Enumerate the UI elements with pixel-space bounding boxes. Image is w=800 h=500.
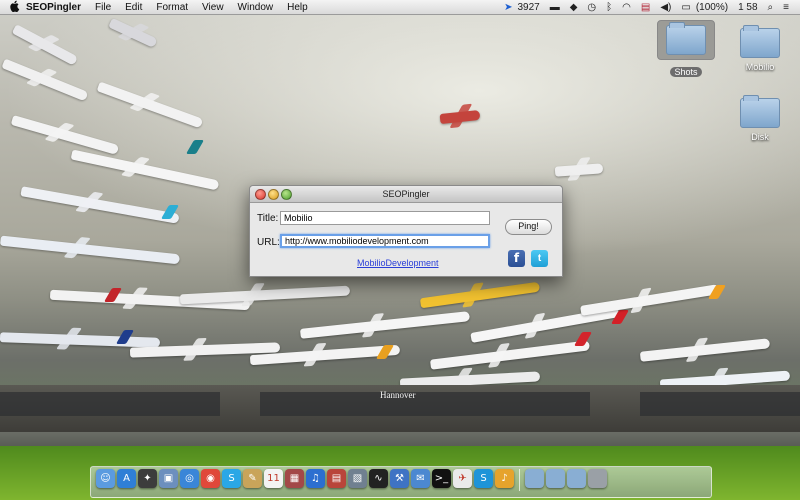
airplane — [0, 332, 161, 348]
us-flag-icon[interactable]: ▤ — [636, 2, 655, 13]
desktop-folder-label: Disk — [751, 132, 769, 142]
location-arrow-icon[interactable]: ➤ — [499, 2, 517, 13]
desktop-folder-label: Mobilio — [745, 62, 775, 72]
airplane — [299, 311, 471, 339]
airplane — [429, 340, 591, 370]
wifi-icon[interactable]: ◠ — [617, 2, 636, 13]
title-label: Title: — [257, 213, 279, 224]
finder-icon[interactable]: ☺ — [96, 469, 115, 488]
volume-icon[interactable]: ◀) — [655, 2, 676, 13]
spotlight-icon[interactable]: ⌕ — [763, 2, 779, 13]
trash-icon[interactable] — [588, 469, 607, 488]
preview-icon[interactable]: ▧ — [348, 469, 367, 488]
dock-separator — [519, 469, 520, 491]
launchpad-icon[interactable]: ✦ — [138, 469, 157, 488]
terminal-windows — [260, 392, 590, 416]
airplane — [580, 284, 720, 316]
minimize-button[interactable] — [268, 189, 279, 200]
notification-center-icon[interactable]: ≡ — [778, 2, 794, 13]
menu-view[interactable]: View — [195, 2, 231, 13]
dropbox-icon[interactable]: ◆ — [565, 2, 583, 13]
desktop-folder-label: Shots — [670, 67, 702, 77]
downloads-folder-icon[interactable] — [567, 469, 586, 488]
terminal-sign: Hannover — [380, 390, 416, 400]
menu-file[interactable]: File — [88, 2, 118, 13]
menu-format[interactable]: Format — [149, 2, 195, 13]
window-title: SEOPingler — [382, 189, 430, 199]
activity-monitor-icon[interactable]: ∿ — [369, 469, 388, 488]
mobilio-development-link[interactable]: MobilioDevelopment — [357, 258, 439, 268]
menu-edit[interactable]: Edit — [118, 2, 149, 13]
menu-bar: SEOPingler File Edit Format View Window … — [0, 0, 800, 15]
desktop-folder-shots[interactable]: Shots — [656, 20, 716, 78]
location-count[interactable]: 3927 — [517, 2, 544, 13]
menu-help[interactable]: Help — [280, 2, 315, 13]
applications-folder-icon[interactable] — [525, 469, 544, 488]
facebook-icon[interactable]: f — [508, 250, 525, 267]
menu-window[interactable]: Window — [231, 2, 281, 13]
terminal-windows — [0, 392, 220, 416]
safari-icon[interactable]: ◎ — [180, 469, 199, 488]
terminal-icon[interactable]: >_ — [432, 469, 451, 488]
airplane — [179, 285, 351, 305]
zoom-button[interactable] — [281, 189, 292, 200]
app-store-icon[interactable]: A — [117, 469, 136, 488]
clock[interactable]: 1 58 — [733, 2, 762, 13]
folder-icon — [740, 95, 780, 128]
apple-menu-icon[interactable] — [0, 0, 22, 15]
twitter-icon[interactable]: t — [531, 250, 548, 267]
terminal-windows — [640, 392, 800, 416]
battery-percent[interactable]: (100%) — [696, 2, 733, 13]
messages-icon[interactable]: ✈ — [453, 469, 472, 488]
airplane — [639, 338, 771, 362]
chat-icon[interactable]: ▬ — [545, 2, 565, 13]
dock-items: ☺ A ✦ ▣ ◎ ◉ S ✎ 11 ▦ ♫ ▤ ▧ ∿ ⚒ ✉ >_ ✈ S ♪ — [96, 469, 607, 491]
photo-booth-icon[interactable]: ▦ — [285, 469, 304, 488]
chrome-icon[interactable]: ◉ — [201, 469, 220, 488]
title-input[interactable] — [280, 211, 490, 225]
menu-app-name[interactable]: SEOPingler — [22, 2, 88, 13]
url-input[interactable] — [280, 234, 490, 248]
folder-icon — [740, 25, 780, 58]
bluetooth-icon[interactable]: ᛒ — [601, 2, 617, 13]
skype-icon[interactable]: S — [222, 469, 241, 488]
selection-highlight — [657, 20, 715, 60]
window-titlebar[interactable]: SEOPingler — [250, 186, 562, 203]
documents-folder-icon[interactable] — [546, 469, 565, 488]
xcode-icon[interactable]: ⚒ — [390, 469, 409, 488]
itunes-icon[interactable]: ♫ — [306, 469, 325, 488]
battery-icon[interactable]: ▭ — [676, 2, 695, 13]
airplane — [419, 281, 541, 309]
photo-icon[interactable]: ▣ — [159, 469, 178, 488]
folder-icon — [666, 22, 706, 55]
url-label: URL: — [257, 237, 280, 248]
books-icon[interactable]: ▤ — [327, 469, 346, 488]
seopingler-window: SEOPingler Title: URL: Ping! MobilioDeve… — [249, 185, 563, 277]
time-machine-icon[interactable]: ◷ — [582, 2, 601, 13]
mail-icon[interactable]: ✉ — [411, 469, 430, 488]
notes-icon[interactable]: ✎ — [243, 469, 262, 488]
ping-button[interactable]: Ping! — [505, 219, 552, 235]
close-button[interactable] — [255, 189, 266, 200]
skype-blue-icon[interactable]: S — [474, 469, 493, 488]
desktop-folder-mobilio[interactable]: Mobilio — [730, 25, 790, 73]
calendar-icon[interactable]: 11 — [264, 469, 283, 488]
desktop-folder-disk[interactable]: Disk — [730, 95, 790, 143]
bell-icon[interactable]: ♪ — [495, 469, 514, 488]
